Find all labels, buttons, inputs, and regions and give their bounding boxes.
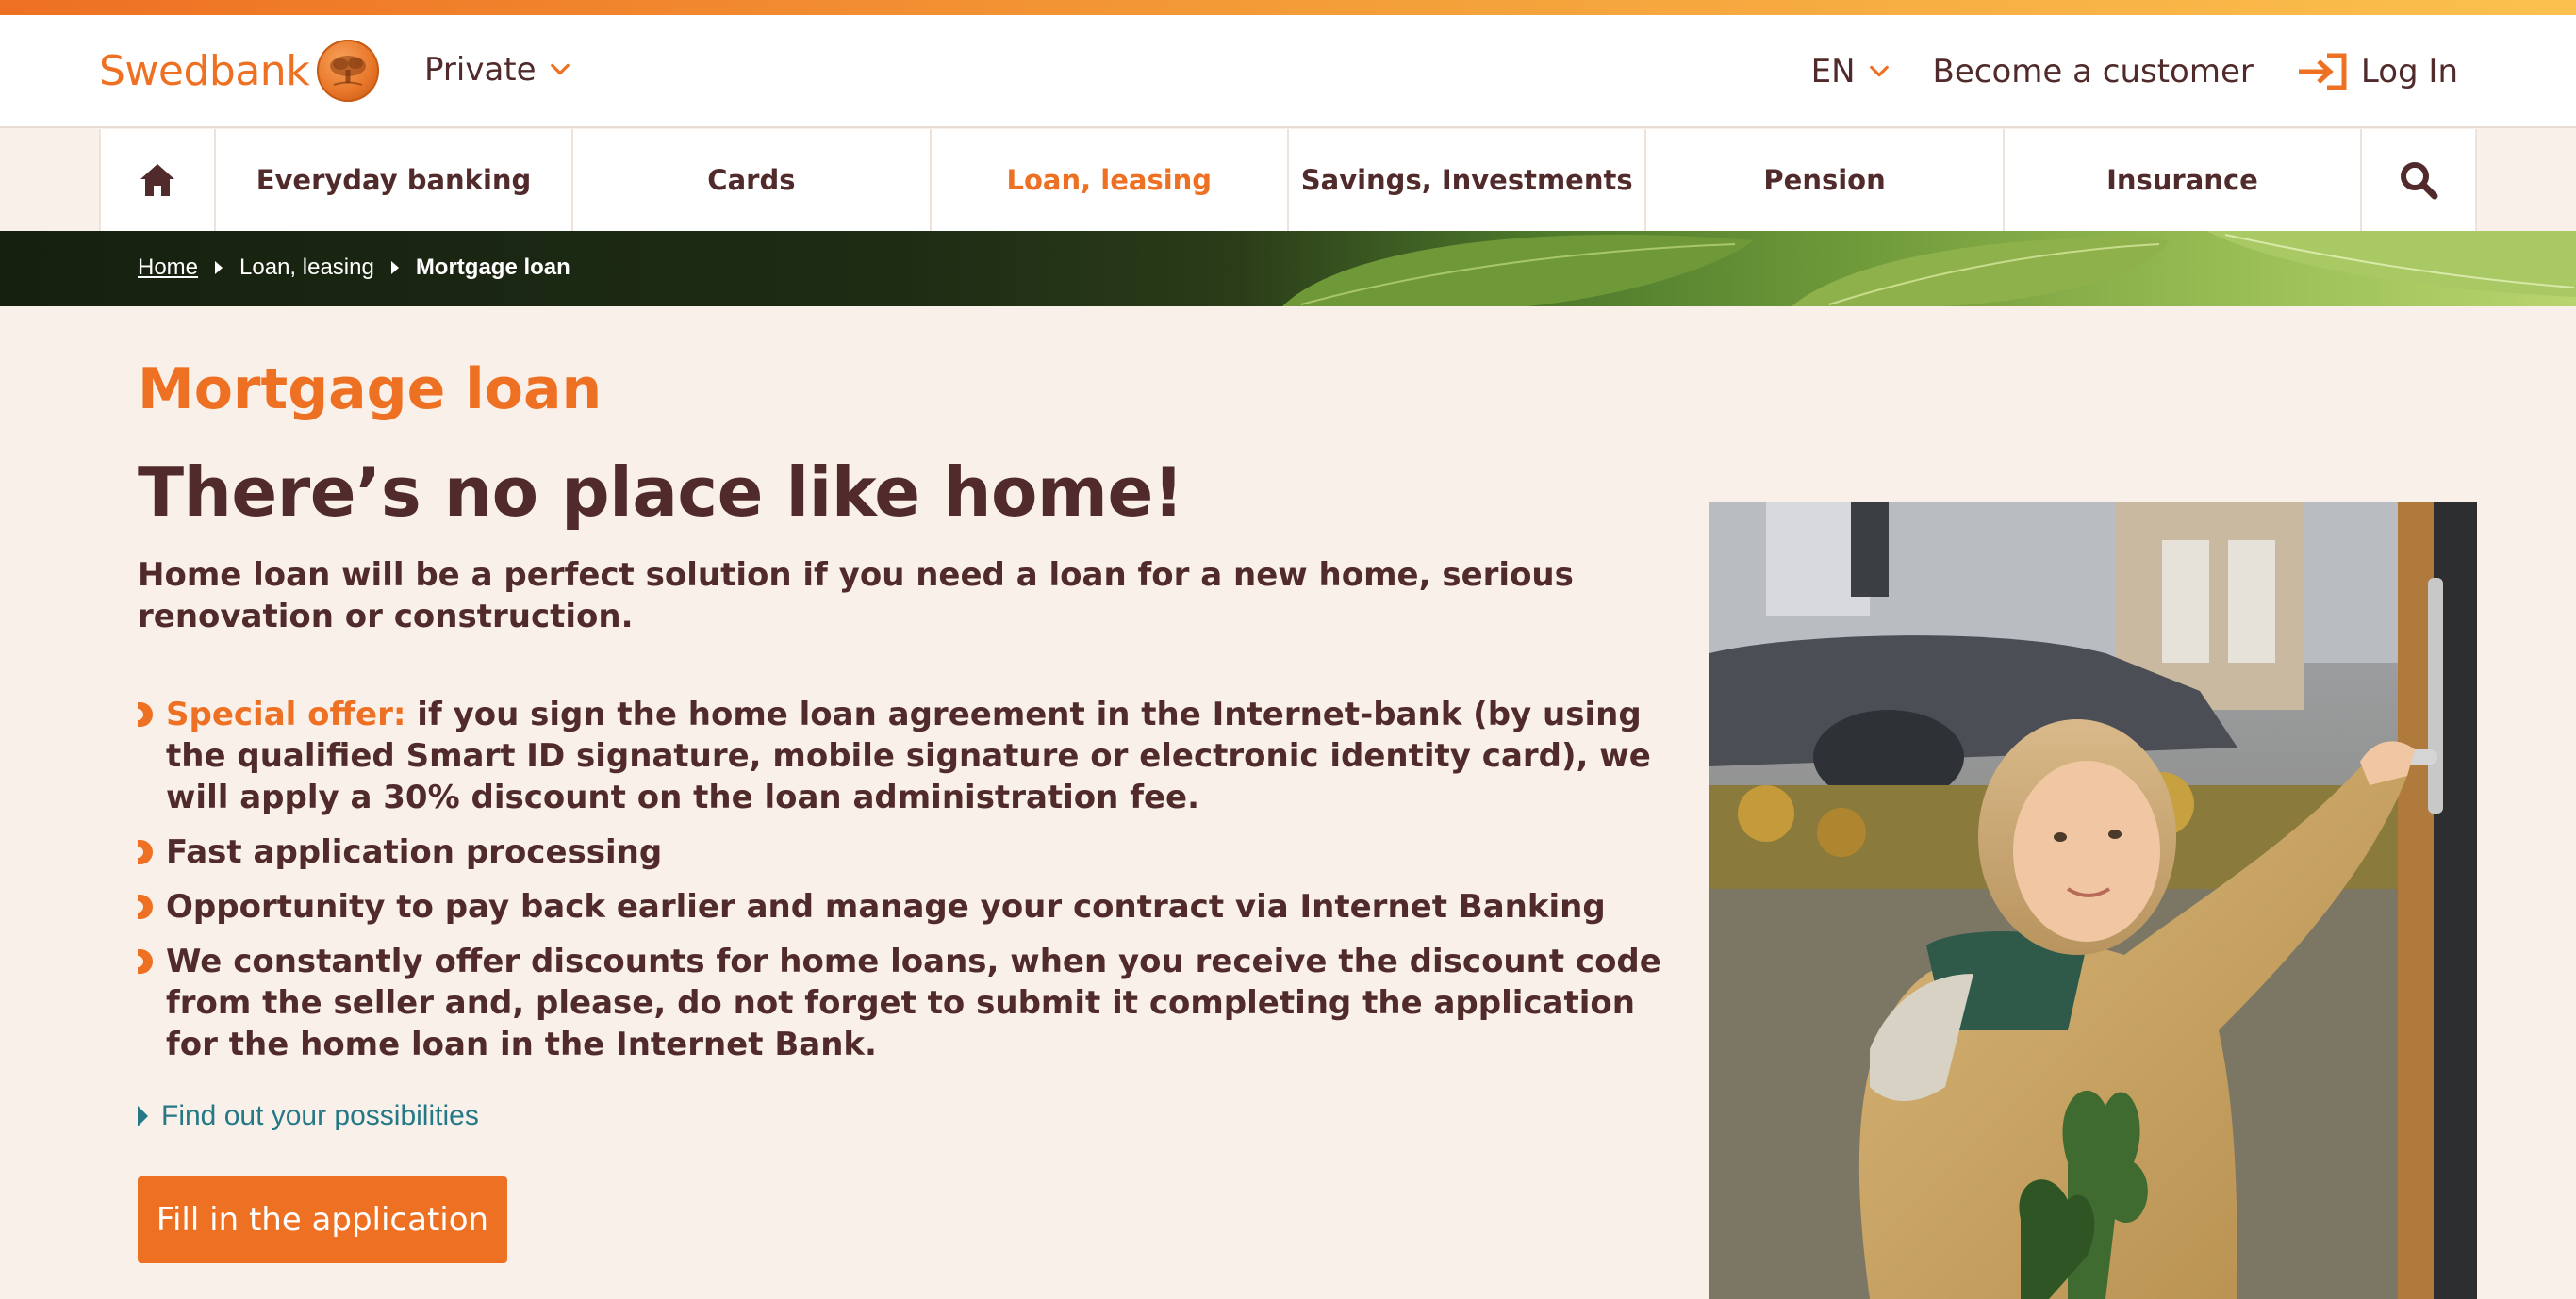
logo-wordmark: Swedbank xyxy=(99,46,310,95)
list-item: Opportunity to pay back earlier and mana… xyxy=(138,886,1665,928)
segment-selector[interactable]: Private xyxy=(424,51,570,89)
swedbank-logo[interactable]: Swedbank xyxy=(99,40,380,102)
benefit-text: Fast application processing xyxy=(166,833,663,871)
home-icon xyxy=(140,164,174,196)
breadcrumb-home[interactable]: Home xyxy=(138,255,198,281)
page-title: There’s no place like home! xyxy=(138,452,1184,532)
chevron-down-icon xyxy=(550,63,570,75)
find-possibilities-link[interactable]: Find out your possibilities xyxy=(138,1100,479,1132)
breadcrumb-separator-icon xyxy=(390,261,399,274)
language-label: EN xyxy=(1810,53,1856,90)
list-item: We constantly offer discounts for home l… xyxy=(138,941,1665,1065)
nav-loan-leasing[interactable]: Loan, leasing xyxy=(932,129,1289,231)
site-header: Swedbank Private EN Become a customer Lo… xyxy=(0,15,2576,128)
chevron-down-icon xyxy=(1869,65,1889,77)
leaf-banner-image xyxy=(1282,231,2576,306)
search-icon xyxy=(2401,162,2438,200)
benefit-text: Opportunity to pay back earlier and mana… xyxy=(166,888,1606,926)
nav-pension[interactable]: Pension xyxy=(1646,129,2005,231)
breadcrumb-separator-icon xyxy=(215,261,223,274)
bullet-icon xyxy=(138,702,153,727)
list-item: Special offer: if you sign the home loan… xyxy=(138,694,1665,818)
login-arrow-icon xyxy=(2298,53,2347,90)
nav-cards[interactable]: Cards xyxy=(573,129,932,231)
bullet-icon xyxy=(138,840,153,864)
breadcrumb: Home Loan, leasing Mortgage loan xyxy=(138,255,570,281)
special-offer-label: Special offer: xyxy=(166,696,406,733)
breadcrumb-loan-leasing[interactable]: Loan, leasing xyxy=(239,255,374,281)
find-possibilities-label: Find out your possibilities xyxy=(161,1100,479,1131)
fill-application-button[interactable]: Fill in the application xyxy=(138,1176,507,1263)
header-utility-nav: EN Become a customer Log In xyxy=(1811,43,2458,100)
bullet-icon xyxy=(138,895,153,919)
brand-top-stripe xyxy=(0,0,2576,15)
become-customer-link[interactable]: Become a customer xyxy=(1933,53,2254,90)
intro-text: Home loan will be a perfect solution if … xyxy=(138,556,1574,635)
nav-insurance[interactable]: Insurance xyxy=(2005,129,2363,231)
nav-home[interactable] xyxy=(101,129,216,231)
page-eyebrow: Mortgage loan xyxy=(138,356,603,422)
oak-tree-logo-icon xyxy=(317,40,380,102)
nav-search[interactable] xyxy=(2362,129,2477,231)
segment-label: Private xyxy=(424,51,537,89)
hero-photo xyxy=(1709,502,2477,1299)
list-item: Fast application processing xyxy=(138,831,1665,873)
girl-at-door-photo xyxy=(1709,502,2477,1299)
login-label: Log In xyxy=(2360,53,2458,90)
benefit-text: We constantly offer discounts for home l… xyxy=(166,943,1661,1063)
benefits-list: Special offer: if you sign the home loan… xyxy=(138,694,1665,1078)
nav-savings-investments[interactable]: Savings, Investments xyxy=(1289,129,1647,231)
language-selector[interactable]: EN xyxy=(1811,53,1890,90)
bullet-icon xyxy=(138,949,153,974)
nav-everyday-banking[interactable]: Everyday banking xyxy=(216,129,574,231)
caret-right-icon xyxy=(138,1106,148,1126)
breadcrumb-current: Mortgage loan xyxy=(415,255,570,280)
login-button[interactable]: Log In xyxy=(2297,52,2458,91)
main-navigation: Everyday banking Cards Loan, leasing Sav… xyxy=(99,129,2477,231)
